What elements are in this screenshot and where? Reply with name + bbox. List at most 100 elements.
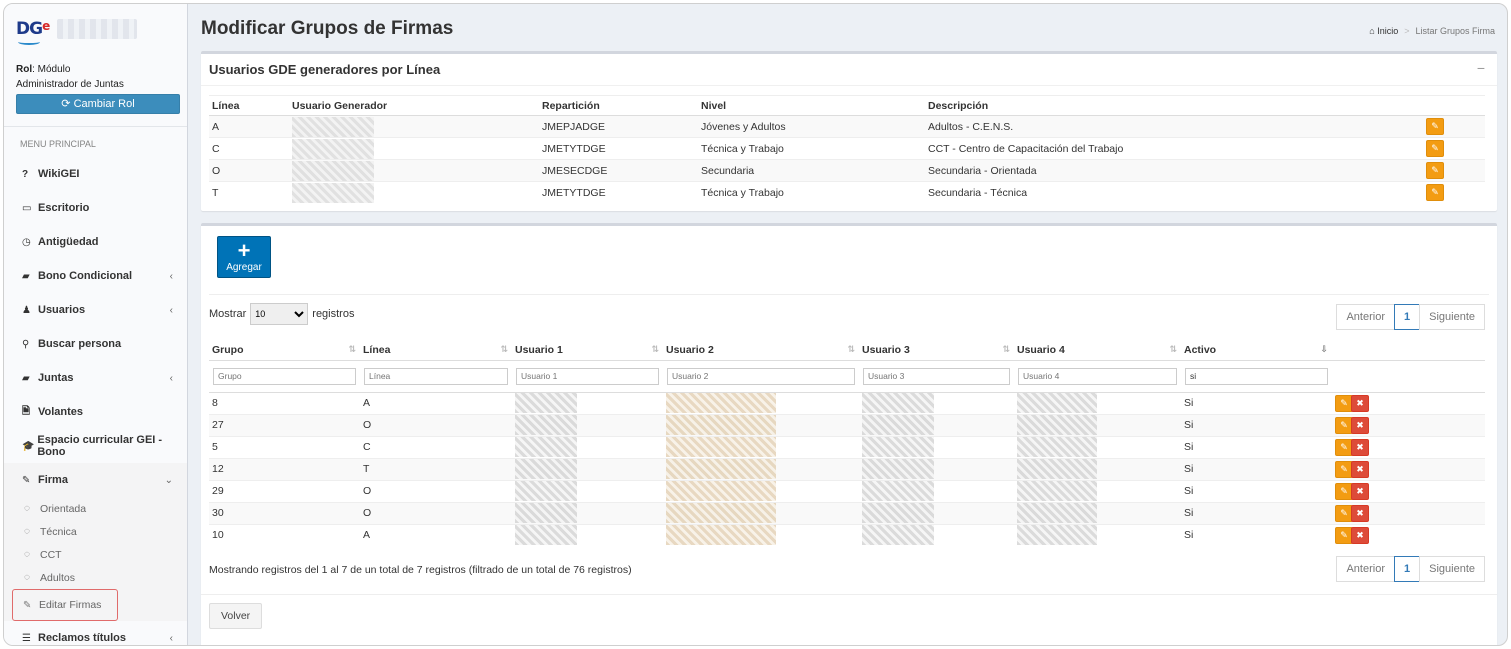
sidebar-item-firma[interactable]: ✎ Firma ⌄ [4,463,187,497]
filter-activo-input[interactable] [1185,367,1328,385]
filter-linea-input[interactable] [364,367,508,385]
filter-grupo-input[interactable] [213,367,356,385]
table-row: 29 O Si ✎ ✖ [209,479,1485,502]
sidebar-subitem-editar-firmas[interactable]: ✎ Editar Firmas [12,589,118,621]
sidebar-item-bono-condicional[interactable]: ▰ Bono Condicional ‹ [4,259,187,293]
table-row: 8 A Si ✎ ✖ [209,391,1485,414]
main-content: Modificar Grupos de Firmas ⌂ Inicio > Li… [189,4,1507,645]
edit-button[interactable]: ✎ [1426,140,1444,157]
sidebar-item-escritorio[interactable]: ▭ Escritorio [4,191,187,225]
sidebar-item-buscar-persona[interactable]: ⚲ Buscar persona [4,327,187,361]
sort-icon: ⇅ [847,344,855,354]
file-icon: 🗎 [22,405,31,417]
laptop-icon: ▭ [22,202,32,214]
pencil-icon: ✎ [22,474,31,486]
column-header-usuario-2[interactable]: Usuario 2 ⇅ [663,340,859,361]
column-header: Usuario Generador [289,95,539,116]
table-row: C JMETYTDGE Técnica y Trabajo CCT - Cent… [209,137,1485,160]
next-page-button[interactable]: Siguiente [1419,556,1485,582]
sort-desc-icon: ⇩ [1320,344,1328,354]
delete-button[interactable]: ✖ [1351,460,1369,478]
user-cell-blurred [1014,523,1181,546]
sidebar-subitem-adultos[interactable]: ◌ Adultos [4,566,187,589]
column-header: Repartición [539,95,698,116]
sidebar-item-volantes[interactable]: 🗎 Volantes [4,395,187,429]
delete-button[interactable]: ✖ [1351,504,1369,522]
sidebar-item-espacio-curricular[interactable]: 🎓 Espacio curricular GEI - Bono [4,429,187,463]
column-header: Nivel [698,95,925,116]
delete-button[interactable]: ✖ [1351,482,1369,500]
user-cell-blurred [512,413,663,436]
sidebar-item-juntas[interactable]: ▰ Juntas ‹ [4,361,187,395]
user-cell-blurred [1014,413,1181,436]
user-cell-blurred [512,435,663,458]
user-cell-blurred [663,391,859,414]
sidebar-item-reclamos-titulos[interactable]: ☰ Reclamos títulos ‹ [4,621,187,645]
sidebar-item-antiguedad[interactable]: ◷ Antigüedad [4,225,187,259]
circle-dashed-icon: ◌ [24,572,30,583]
user-cell-blurred [289,137,539,160]
filter-usuario-2-input[interactable] [667,367,855,385]
user-cell-blurred [663,479,859,502]
delete-button[interactable]: ✖ [1351,438,1369,456]
firma-submenu: ◌ Orientada ◌ Técnica ◌ CCT ◌ Adultos ✎ Edita… [4,497,187,621]
column-header-grupo[interactable]: Grupo ⇅ [209,340,360,361]
logo-text-blurred [57,19,138,39]
column-header-actions [1332,340,1485,361]
column-header: Línea [209,95,289,116]
user-cell-blurred [1014,391,1181,414]
filter-usuario-4-input[interactable] [1018,367,1177,385]
generators-panel-title: Usuarios GDE generadores por Línea [209,62,441,77]
pagination-bottom: Anterior 1 Siguiente [1336,556,1485,582]
user-cell-blurred [1014,457,1181,480]
breadcrumb-home[interactable]: ⌂ Inicio [1369,26,1398,36]
user-cell-blurred [512,391,663,414]
logo[interactable]: DGe [4,4,187,54]
edit-button[interactable]: ✎ [1426,184,1444,202]
generators-table: Línea Usuario Generador Repartición Nive… [209,95,1485,204]
sidebar-subitem-orientada[interactable]: ◌ Orientada [4,497,187,520]
change-role-button[interactable]: ⟳ Cambiar Rol [16,94,180,114]
edit-button[interactable]: ✎ [1426,162,1444,179]
delete-button[interactable]: ✖ [1351,526,1369,544]
sidebar-item-usuarios[interactable]: ♟ Usuarios ‹ [4,293,187,327]
page-1-button[interactable]: 1 [1394,556,1421,582]
page-length-control: Mostrar 10 registros [209,303,354,325]
column-header-activo[interactable]: Activo ⇩ [1181,340,1332,361]
page-length-select[interactable]: 10 [250,303,309,325]
user-cell-blurred [512,523,663,546]
user-cell-blurred [663,523,859,546]
delete-button[interactable]: ✖ [1351,416,1369,434]
sidebar-subitem-tecnica[interactable]: ◌ Técnica [4,520,187,543]
prev-page-button[interactable]: Anterior [1336,556,1395,582]
sidebar-subitem-cct[interactable]: ◌ CCT [4,543,187,566]
sidebar-item-wikigei[interactable]: ? WikiGEI [4,157,187,191]
add-button[interactable]: + Agregar [217,236,271,278]
menu-header: MENU PRINCIPAL [4,126,187,157]
column-header-linea[interactable]: Línea ⇅ [360,340,512,361]
column-header-usuario-3[interactable]: Usuario 3 ⇅ [859,340,1014,361]
user-cell-blurred [663,435,859,458]
sort-icon: ⇅ [500,344,508,354]
filter-usuario-3-input[interactable] [863,367,1010,385]
user-cell-blurred [512,457,663,480]
back-button[interactable]: Volver [209,603,263,629]
filter-usuario-1-input[interactable] [516,367,659,385]
next-page-button[interactable]: Siguiente [1419,304,1485,330]
column-header-usuario-4[interactable]: Usuario 4 ⇅ [1014,340,1181,361]
table-row: O JMESECDGE Secundaria Secundaria - Orie… [209,159,1485,182]
collapse-button[interactable]: − [1477,60,1485,76]
user-cell-blurred [512,501,663,524]
filter-row [209,360,1485,393]
generators-panel: Usuarios GDE generadores por Línea − Lín… [201,51,1497,211]
circle-dashed-icon: ◌ [24,526,30,537]
column-header: Descripción [925,95,1423,116]
delete-button[interactable]: ✖ [1351,394,1369,412]
edit-button[interactable]: ✎ [1426,118,1444,135]
list-icon: ☰ [22,632,31,644]
prev-page-button[interactable]: Anterior [1336,304,1395,330]
page-1-button[interactable]: 1 [1394,304,1421,330]
user-cell-blurred [289,159,539,182]
sort-icon: ⇅ [348,344,356,354]
column-header-usuario-1[interactable]: Usuario 1 ⇅ [512,340,663,361]
